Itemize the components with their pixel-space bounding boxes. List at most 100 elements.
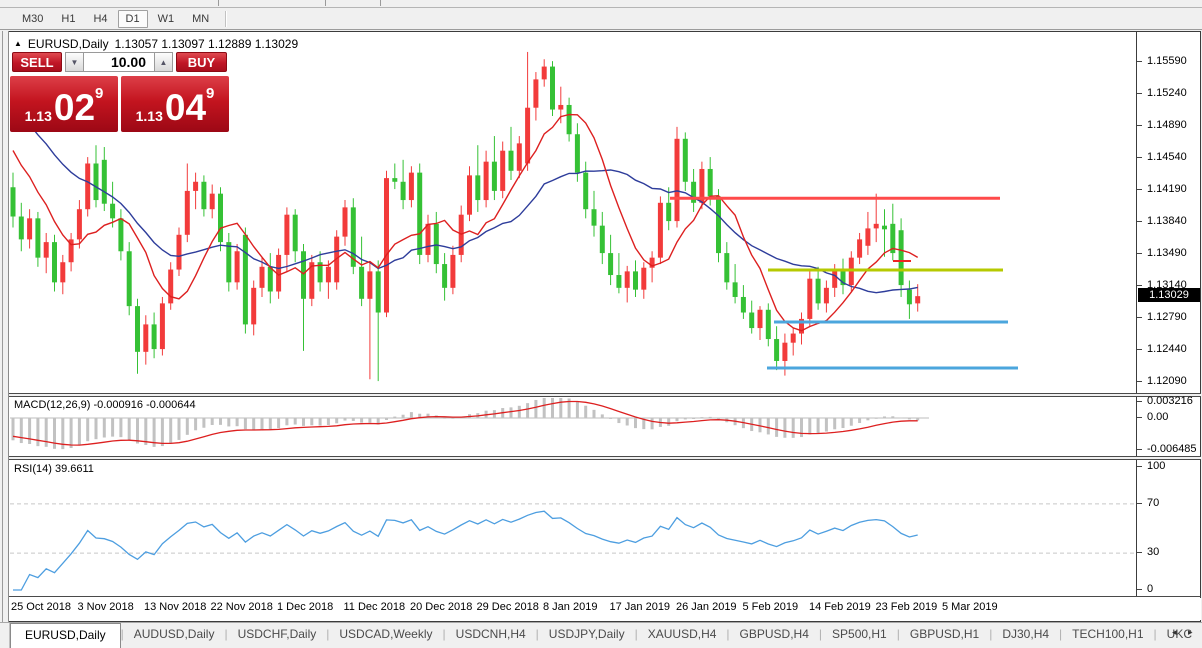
macd-axis-label: 0.003216 <box>1147 394 1193 407</box>
axis-tick <box>1137 221 1142 222</box>
volume-up-button[interactable]: ▲ <box>154 52 173 72</box>
macd-histogram-bar <box>824 418 828 432</box>
macd-histogram-bar <box>625 418 629 426</box>
candle-body <box>624 271 630 288</box>
time-axis[interactable]: 25 Oct 2018 3 Nov 2018 13 Nov 2018 22 Nov 2… <box>9 598 1201 620</box>
candle-body <box>284 214 290 255</box>
candle-body <box>732 282 738 297</box>
timeframe-button-m30[interactable]: M30 <box>14 10 51 28</box>
bottom-frame-line <box>9 596 1201 597</box>
candle-body <box>151 324 157 350</box>
candle-body <box>516 143 522 171</box>
candle-body <box>815 278 821 304</box>
candle-body <box>716 196 721 254</box>
rsi-axis-label: 100 <box>1147 460 1166 472</box>
macd-histogram-bar <box>185 418 189 435</box>
timeframe-button-d1[interactable]: D1 <box>117 9 148 28</box>
macd-histogram-bar <box>783 418 787 438</box>
symbol-tab-audusd-daily[interactable]: AUDUSD,Daily <box>124 623 225 646</box>
timeframe-toolbar: M30 H1 H4 D1 W1 MN <box>0 8 1202 30</box>
ma-fast-line <box>12 113 919 332</box>
candle-body <box>292 214 298 252</box>
pane-divider-macd[interactable] <box>9 393 1201 397</box>
timeframe-button-h1[interactable]: H1 <box>53 10 83 28</box>
candle-body <box>201 181 207 210</box>
candle-body <box>857 239 863 258</box>
candle-body <box>749 312 755 329</box>
timeframe-button-w1[interactable]: W1 <box>150 10 183 28</box>
macd-histogram-bar <box>600 414 604 418</box>
volume-down-button[interactable]: ▼ <box>65 52 84 72</box>
macd-histogram-bar <box>326 418 330 426</box>
time-axis-label: 26 Jan 2019 <box>676 601 737 613</box>
axis-tick <box>1137 502 1142 504</box>
volume-input[interactable]: 10.00 <box>83 52 155 72</box>
timeframe-button-h4[interactable]: H4 <box>85 10 115 28</box>
time-axis-label: 29 Dec 2018 <box>476 601 539 613</box>
macd-histogram-bar <box>210 418 214 425</box>
candle-body <box>85 163 91 210</box>
sell-price-box[interactable]: 1.13 02 9 <box>10 76 118 132</box>
symbol-tab-usdjpy-daily[interactable]: USDJPY,Daily <box>539 623 635 646</box>
buy-button[interactable]: BUY <box>176 52 227 72</box>
candle-body <box>475 175 481 201</box>
macd-histogram-bar <box>243 418 247 430</box>
macd-histogram-bar <box>385 418 388 420</box>
macd-histogram-bar <box>584 405 588 418</box>
symbol-tab-dj30-h4[interactable]: DJ30,H4 <box>992 623 1059 646</box>
collapse-icon[interactable]: ▲ <box>14 40 22 48</box>
candle-body <box>774 339 780 361</box>
symbol-tab-eurusd-daily[interactable]: EURUSD,Daily <box>9 623 121 648</box>
macd-histogram-bar <box>841 418 845 429</box>
symbol-tab-tech100-h1[interactable]: TECH100,H1 <box>1062 623 1153 646</box>
price-axis-label: 1.14540 <box>1147 151 1187 163</box>
macd-histogram-bar <box>19 418 23 444</box>
axis-tick <box>1137 349 1142 350</box>
candle-body <box>52 242 57 283</box>
symbol-tab-gbpusd-h1[interactable]: GBPUSD,H1 <box>900 623 989 646</box>
candle-body <box>782 342 788 361</box>
buy-price-box[interactable]: 1.13 04 9 <box>121 76 229 132</box>
symbol-tab-sp500-h1[interactable]: SP500,H1 <box>822 623 897 646</box>
macd-axis-label: 0.00 <box>1147 411 1169 423</box>
pane-divider-rsi[interactable] <box>9 456 1201 460</box>
candle-body <box>184 190 190 235</box>
macd-histogram-bar <box>393 416 397 418</box>
symbol-tab-gbpusd-h4[interactable]: GBPUSD,H4 <box>730 623 819 646</box>
time-axis-label: 5 Feb 2019 <box>742 601 799 613</box>
symbol-tab-usdchf-daily[interactable]: USDCHF,Daily <box>228 623 327 646</box>
price-axis[interactable]: 1.15590 1.15240 1.14890 1.14540 1.14190 1.138… <box>1137 32 1202 596</box>
tab-scroll-right-icon[interactable]: ▸ <box>1188 627 1193 638</box>
symbol-tab-usdcnh-h4[interactable]: USDCNH,H4 <box>446 623 536 646</box>
chart-ohlc-values: 1.13057 1.13097 1.12889 1.13029 <box>114 37 299 51</box>
candle-body <box>657 202 663 258</box>
candle-body <box>724 253 730 283</box>
tab-scroll-left-icon[interactable]: ◂ <box>1172 627 1177 638</box>
price-axis-label: 1.12440 <box>1147 343 1187 355</box>
macd-histogram-bar <box>509 407 513 418</box>
macd-histogram-bar <box>517 405 521 418</box>
macd-histogram-bar <box>102 418 106 438</box>
candle-body <box>583 172 589 210</box>
axis-tick <box>1137 589 1142 590</box>
candle-body <box>483 161 489 201</box>
candle-body <box>906 289 912 305</box>
price-axis-label: 1.12790 <box>1147 311 1187 323</box>
timeframe-button-mn[interactable]: MN <box>184 10 217 28</box>
candle-body <box>176 234 182 270</box>
symbol-tab-ukc[interactable]: UKC <box>1157 623 1202 646</box>
candle-body <box>915 296 921 304</box>
macd-histogram-bar <box>849 418 853 426</box>
sell-button[interactable]: SELL <box>12 52 62 72</box>
candle-body <box>757 309 763 329</box>
candle-body <box>392 178 398 182</box>
symbol-tab-xauusd-h4[interactable]: XAUUSD,H4 <box>638 623 727 646</box>
candle-body <box>807 278 813 319</box>
candle-body <box>234 251 240 283</box>
candle-body <box>633 271 638 290</box>
buy-price-big: 04 <box>164 87 207 129</box>
symbol-tab-usdcad-weekly[interactable]: USDCAD,Weekly <box>329 623 442 646</box>
axis-tick <box>1137 381 1142 382</box>
macd-histogram-bar <box>883 416 886 418</box>
price-axis-label: 1.15240 <box>1147 87 1187 99</box>
